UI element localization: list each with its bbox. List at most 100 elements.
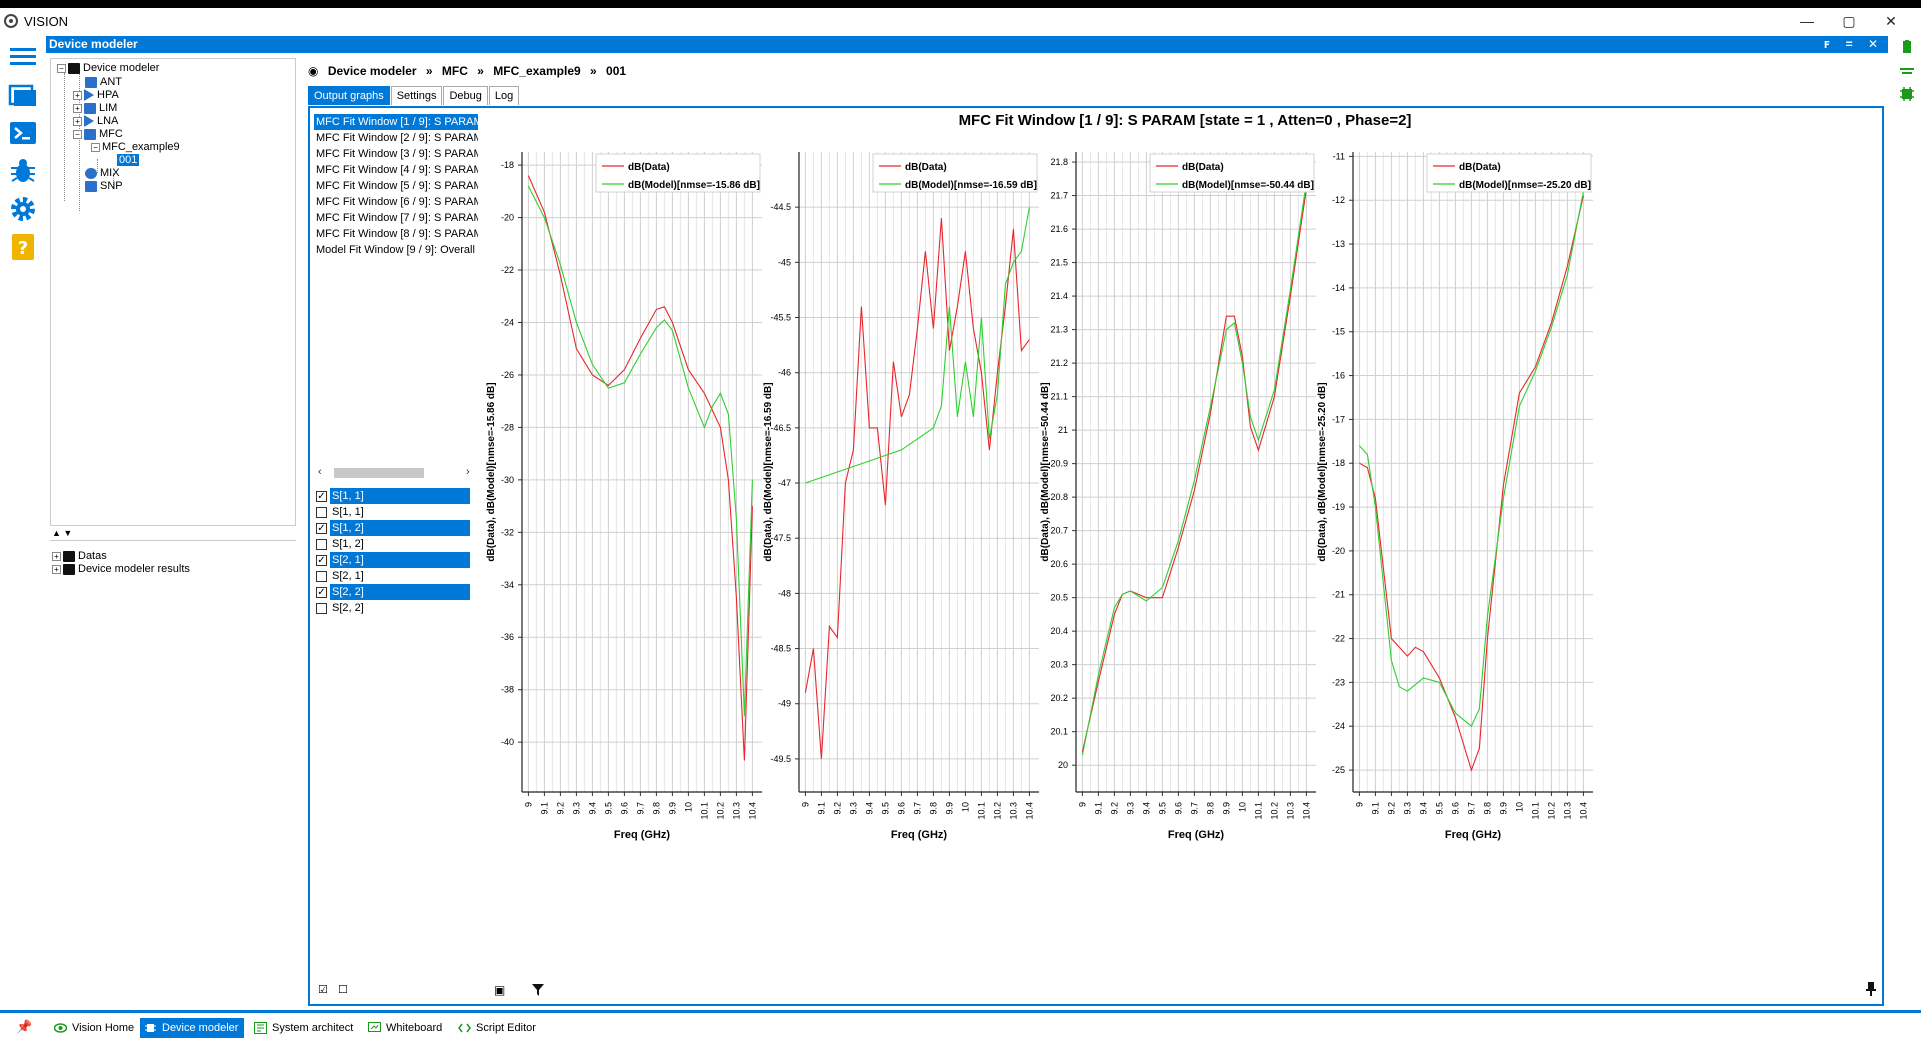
help-icon[interactable]: ?: [8, 232, 38, 262]
checkbox-checked-icon[interactable]: ✓: [316, 554, 327, 566]
fit-window-item[interactable]: MFC Fit Window [8 / 9]: S PARAM [state: [314, 226, 478, 242]
x-tick-label: 9: [1354, 802, 1364, 807]
tab-log[interactable]: Log: [488, 86, 520, 105]
y-tick-label: 21.3: [1050, 325, 1068, 335]
network-icon[interactable]: [1899, 64, 1915, 78]
task-vision-home[interactable]: Vision Home: [50, 1018, 140, 1038]
tree-item-mix[interactable]: MIX: [85, 166, 120, 180]
minimize-button[interactable]: —: [1784, 8, 1830, 36]
whiteboard-icon: [368, 1022, 381, 1032]
sparam-item[interactable]: S[2, 1]: [314, 568, 478, 584]
legend-entry: dB(Data): [905, 162, 947, 173]
breadcrumb-item[interactable]: MFC_example9: [493, 64, 580, 78]
window-header-buttons[interactable]: ꜰ = ✕: [1824, 36, 1884, 53]
task-device-modeler[interactable]: Device modeler: [140, 1018, 245, 1038]
fit-window-item[interactable]: Model Fit Window [9 / 9]: Overall Fit Er…: [314, 242, 478, 258]
tab-settings[interactable]: Settings: [390, 86, 443, 105]
tree-item-snp[interactable]: SNP: [85, 179, 123, 193]
expand-icon[interactable]: +: [73, 116, 82, 126]
horizontal-scrollbar[interactable]: ‹ ›: [316, 466, 478, 480]
sparam-item[interactable]: ✓ S[1, 2]: [314, 520, 478, 536]
tree-item-results[interactable]: + Device modeler results: [52, 562, 190, 576]
checkbox-icon[interactable]: [316, 506, 327, 518]
scroll-thumb[interactable]: [334, 468, 424, 478]
filter-icon[interactable]: [532, 984, 544, 996]
tree-item-datas[interactable]: + Datas: [52, 549, 107, 563]
fit-window-item[interactable]: MFC Fit Window [4 / 9]: S PARAM [state: [314, 162, 478, 178]
close-button[interactable]: ✕: [1868, 8, 1914, 36]
tree-item-ant[interactable]: ANT: [73, 75, 122, 89]
tree-item-mfc-example9[interactable]: − MFC_example9: [91, 140, 180, 154]
task-whiteboard[interactable]: Whiteboard: [364, 1018, 448, 1038]
hamburger-menu-icon[interactable]: [8, 42, 38, 72]
y-tick-label: 21.1: [1050, 392, 1068, 402]
fit-window-item[interactable]: MFC Fit Window [3 / 9]: S PARAM [state: [314, 146, 478, 162]
tab-debug[interactable]: Debug: [443, 86, 488, 105]
checkbox-icon[interactable]: [316, 538, 327, 550]
x-tick-label: 9.5: [1434, 802, 1444, 815]
home-icon[interactable]: ◉: [308, 64, 318, 78]
expand-icon[interactable]: +: [73, 103, 82, 113]
splitter-arrows[interactable]: ▲ ▼: [50, 528, 296, 538]
export-icon[interactable]: ▣: [494, 983, 505, 997]
pin-icon[interactable]: [1866, 982, 1876, 996]
folder-icon[interactable]: [8, 80, 38, 110]
fit-window-item[interactable]: MFC Fit Window [5 / 9]: S PARAM [state: [314, 178, 478, 194]
uncheck-all-icon[interactable]: ☐: [338, 983, 348, 996]
checkbox-checked-icon[interactable]: ✓: [316, 490, 327, 502]
scroll-left-icon[interactable]: ‹: [318, 466, 322, 478]
breadcrumb-item[interactable]: MFC: [442, 64, 468, 78]
bug-icon[interactable]: [8, 156, 38, 186]
maximize-button[interactable]: ▢: [1826, 8, 1872, 36]
collapse-icon[interactable]: −: [73, 129, 82, 139]
checkbox-icon[interactable]: [316, 570, 327, 582]
fit-window-item[interactable]: MFC Fit Window [7 / 9]: S PARAM [state: [314, 210, 478, 226]
terminal-icon[interactable]: [8, 118, 38, 148]
sparam-item[interactable]: ✓ S[1, 1]: [314, 488, 478, 504]
y-tick-label: 20.8: [1050, 492, 1068, 502]
left-toolbar: ?: [0, 36, 46, 1016]
tab-output-graphs[interactable]: Output graphs: [308, 86, 390, 105]
expand-icon[interactable]: +: [73, 90, 82, 100]
chip-icon[interactable]: [1899, 86, 1915, 102]
vision-logo-icon: [4, 14, 18, 28]
x-tick-label: 9.8: [1482, 802, 1492, 815]
task-script-editor[interactable]: Script Editor: [454, 1018, 542, 1038]
x-tick-label: 10.1: [976, 802, 986, 820]
sparam-item[interactable]: ✓ S[2, 2]: [314, 584, 478, 600]
task-system-architect[interactable]: System architect: [250, 1018, 359, 1038]
sparam-item[interactable]: S[1, 2]: [314, 536, 478, 552]
checkbox-checked-icon[interactable]: ✓: [316, 586, 327, 598]
x-tick-label: 10.4: [1578, 802, 1588, 820]
sparam-item[interactable]: S[1, 1]: [314, 504, 478, 520]
tree-item-mfc[interactable]: − MFC: [73, 127, 123, 141]
fit-window-item[interactable]: MFC Fit Window [2 / 9]: S PARAM [state: [314, 130, 478, 146]
pin-icon[interactable]: 📌: [16, 1019, 32, 1035]
battery-icon[interactable]: [1900, 40, 1914, 54]
checkbox-icon[interactable]: [316, 602, 327, 614]
x-axis-label: Freq (GHz): [891, 829, 948, 841]
collapse-icon[interactable]: −: [91, 142, 100, 152]
sparam-item[interactable]: S[2, 2]: [314, 600, 478, 616]
expand-icon[interactable]: +: [52, 551, 61, 561]
breadcrumb-item[interactable]: Device modeler: [328, 64, 417, 78]
x-tick-label: 10.1: [699, 802, 709, 820]
tree-item-001[interactable]: 001: [117, 153, 140, 167]
tree-root[interactable]: − Device modeler: [57, 61, 159, 75]
fit-window-item[interactable]: MFC Fit Window [1 / 9]: S PARAM [state: [314, 114, 478, 130]
tree-item-lna[interactable]: + LNA: [73, 114, 118, 128]
x-tick-label: 9.7: [1466, 802, 1476, 815]
expand-icon[interactable]: +: [52, 564, 61, 574]
collapse-icon[interactable]: −: [57, 63, 66, 73]
scroll-right-icon[interactable]: ›: [466, 466, 470, 478]
check-all-icon[interactable]: ☑: [318, 983, 328, 996]
breadcrumb-item[interactable]: 001: [606, 64, 626, 78]
fit-window-item[interactable]: MFC Fit Window [6 / 9]: S PARAM [state: [314, 194, 478, 210]
tree-item-hpa[interactable]: + HPA: [73, 88, 119, 102]
x-tick-label: 10.1: [1530, 802, 1540, 820]
x-tick-label: 9.1: [1370, 802, 1380, 815]
tree-item-lim[interactable]: + LIM: [73, 101, 117, 115]
sparam-item[interactable]: ✓ S[2, 1]: [314, 552, 478, 568]
checkbox-checked-icon[interactable]: ✓: [316, 522, 327, 534]
gear-icon[interactable]: [8, 194, 38, 224]
